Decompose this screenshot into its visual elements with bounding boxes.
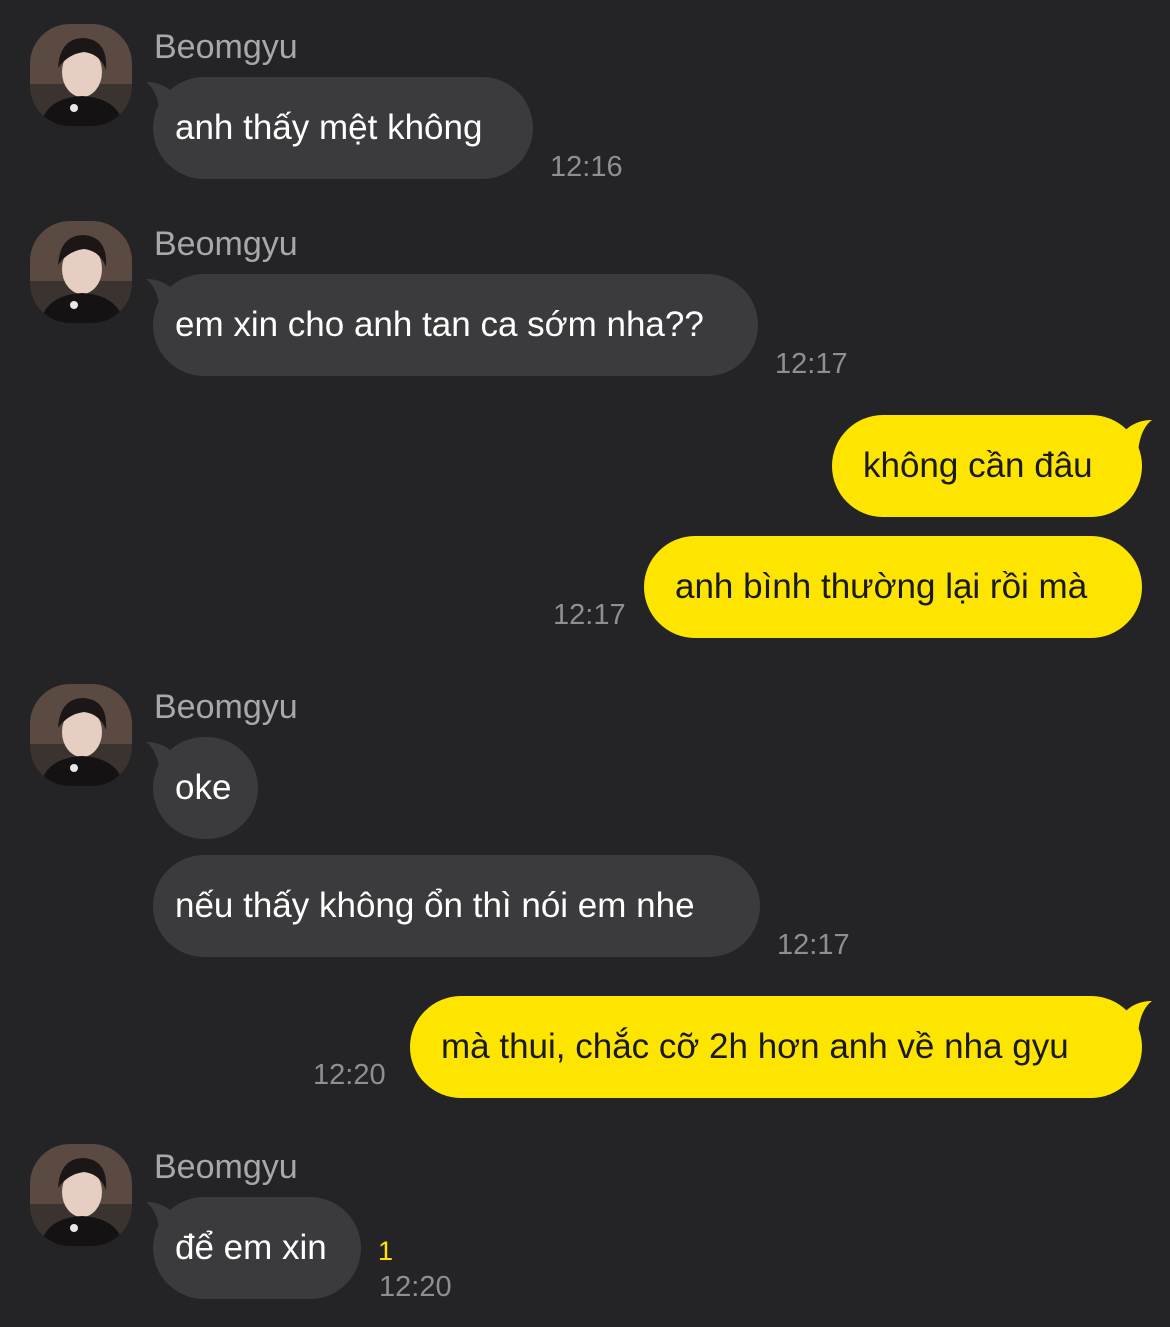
avatar-photo-icon [30,24,132,126]
sender-name: Beomgyu [154,688,298,726]
message-bubble-incoming[interactable]: anh thấy mệt không [153,77,533,179]
avatar-photo-icon [30,684,132,786]
message-bubble-outgoing[interactable]: anh bình thường lại rồi mà [644,536,1142,638]
message-timestamp: 12:17 [553,599,626,631]
avatar-photo-icon [30,1144,132,1246]
sender-name: Beomgyu [154,1148,298,1186]
message-bubble-outgoing[interactable]: không cần đâu [832,415,1142,517]
message-bubble-incoming[interactable]: oke [153,737,258,839]
message-text: anh thấy mệt không [175,108,483,147]
unread-count: 1 [378,1236,394,1266]
avatar[interactable] [30,24,132,126]
message-timestamp: 12:20 [313,1059,386,1091]
message-timestamp: 12:17 [777,929,850,961]
chat-thread[interactable]: Beomgyu anh thấy mệt không 12:16 Beomgyu… [0,0,1170,1327]
message-timestamp: 12:17 [775,348,848,380]
sender-name: Beomgyu [154,225,298,263]
message-text: anh bình thường lại rồi mà [675,567,1088,606]
message-timestamp: 12:20 [379,1271,452,1303]
message-text: nếu thấy không ổn thì nói em nhe [175,886,695,925]
message-text: không cần đâu [863,446,1093,485]
message-timestamp: 12:16 [550,151,623,183]
message-bubble-outgoing[interactable]: mà thui, chắc cỡ 2h hơn anh về nha gyu [410,996,1142,1098]
avatar[interactable] [30,221,132,323]
message-bubble-incoming[interactable]: để em xin [153,1197,361,1299]
avatar[interactable] [30,684,132,786]
message-text: em xin cho anh tan ca sớm nha?? [175,305,704,344]
message-text: để em xin [175,1228,327,1267]
sender-name: Beomgyu [154,28,298,66]
message-bubble-incoming[interactable]: em xin cho anh tan ca sớm nha?? [153,274,758,376]
message-bubble-incoming[interactable]: nếu thấy không ổn thì nói em nhe [153,855,760,957]
message-text: oke [175,768,232,807]
message-text: mà thui, chắc cỡ 2h hơn anh về nha gyu [441,1027,1069,1066]
avatar-photo-icon [30,221,132,323]
avatar[interactable] [30,1144,132,1246]
